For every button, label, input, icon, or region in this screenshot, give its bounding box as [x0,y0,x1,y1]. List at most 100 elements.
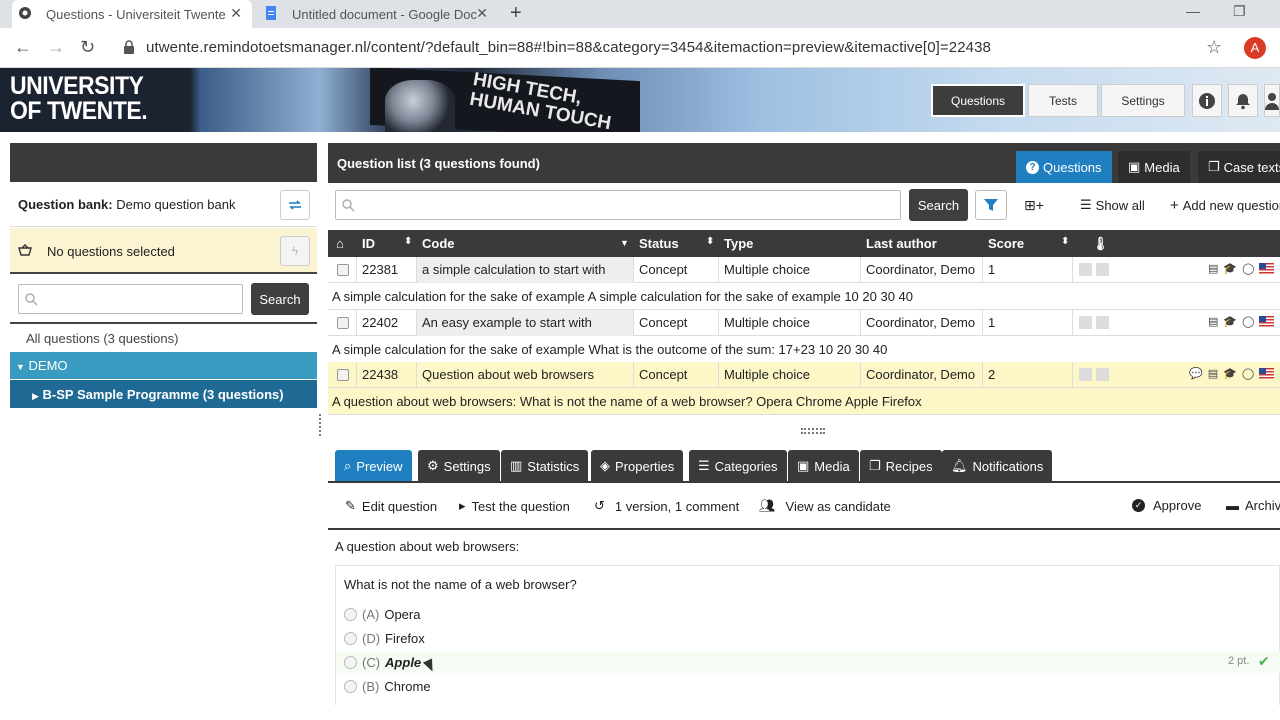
question-search-button[interactable]: Search [909,189,968,221]
radio-button[interactable] [344,607,357,621]
tab-settings-detail[interactable]: ⚙ Settings [418,450,500,482]
all-questions-link[interactable]: All questions (3 questions) [10,322,317,352]
tab-case-texts[interactable]: ❐ Case texts [1198,151,1280,183]
table-row-selected[interactable]: 22438 Question about web browsers Concep… [328,362,1280,388]
document-icon[interactable]: ▤ [1208,367,1218,380]
filter-button[interactable] [975,190,1007,220]
add-new-question-button[interactable]: + Add new question [1170,197,1280,214]
cell-type: Multiple choice [719,310,861,336]
row-checkbox[interactable] [337,317,349,329]
list-icon: ☰ [1080,197,1092,212]
switch-bank-button[interactable] [280,190,310,220]
add-to-basket-button[interactable]: ⊞+ [1024,197,1044,214]
status-box [1096,368,1109,381]
lightbulb-icon[interactable]: ◯ [1242,367,1254,380]
url-field[interactable]: utwente.remindotoetsmanager.nl/content/?… [146,39,991,56]
table-row[interactable]: 22381 a simple calculation to start with… [328,257,1280,283]
browser-tab-google-doc[interactable]: Untitled document - Google Doc ✕ [258,0,498,28]
status-box [1079,368,1092,381]
nav-settings[interactable]: Settings [1101,84,1185,117]
nav-questions[interactable]: Questions [931,84,1025,117]
tree-item-bsp[interactable]: ▶ B-SP Sample Programme (3 questions) [10,380,317,408]
option-text: Firefox [385,630,425,646]
document-icon[interactable]: ▤ [1208,315,1218,328]
tab-media-detail[interactable]: ▣ Media [788,450,859,482]
answer-option-d[interactable]: (D) Firefox [344,627,425,649]
tab-statistics[interactable]: ▥ Statistics [501,450,589,482]
reload-icon[interactable]: ↻ [80,37,95,58]
university-logo[interactable]: UNIVERSITY OF TWENTE. [10,74,148,124]
resize-grip[interactable] [801,428,825,434]
info-button[interactable] [1192,84,1222,117]
tab-recipes[interactable]: ❐ Recipes [860,450,942,482]
table-row[interactable]: 22402 An easy example to start with Conc… [328,310,1280,336]
new-tab-icon[interactable]: + [510,2,522,25]
answer-option-a[interactable]: (A) Opera [344,603,420,625]
camera-icon: ▣ [797,458,810,473]
answer-option-b[interactable]: (B) Chrome [344,675,431,697]
tree-item-demo[interactable]: ▼ DEMO [10,352,317,379]
col-last-author[interactable]: Last author [866,236,937,251]
sort-icon: ⬍ [404,236,413,247]
approve-button[interactable]: ✓ Approve [1132,498,1201,513]
search-icon: ⌕ [344,458,352,473]
user-button[interactable] [1264,84,1280,117]
back-icon[interactable]: ← [14,37,32,58]
graduation-cap-icon[interactable]: 🎓 [1223,315,1237,328]
row-checkbox[interactable] [337,369,349,381]
answer-option-c[interactable]: (C) Apple [344,651,421,673]
lightbulb-icon[interactable]: ◯ [1242,262,1254,275]
select-all-basket-icon[interactable]: ⌂ [336,236,344,251]
archive-button[interactable]: ▬ Archive [1226,498,1280,513]
profile-avatar[interactable]: A [1244,37,1266,59]
tab-properties[interactable]: ◈ Properties [591,450,684,482]
nav-tests[interactable]: Tests [1028,84,1098,117]
tab-underline [328,481,1280,483]
panel-splitter[interactable] [319,414,323,436]
lightbulb-icon[interactable]: ◯ [1242,315,1254,328]
left-search-button[interactable]: Search [251,283,309,315]
close-tab-icon[interactable]: ✕ [476,5,488,22]
radio-button[interactable] [344,679,357,693]
notifications-button[interactable] [1228,84,1258,117]
forward-icon[interactable]: → [47,37,65,58]
document-icon[interactable]: ▤ [1208,262,1218,275]
graduation-cap-icon[interactable]: 🎓 [1223,367,1237,380]
thermometer-icon: 🌡 [1092,236,1109,251]
comments-icon[interactable]: 💬 [1189,367,1203,380]
show-all-button[interactable]: ☰ Show all [1080,197,1145,213]
basket-action-button[interactable]: ϟ [280,236,310,266]
minimize-icon[interactable]: — [1186,3,1200,19]
close-tab-icon[interactable]: ✕ [230,5,242,22]
tab-media[interactable]: ▣ Media [1118,151,1190,183]
tab-categories[interactable]: ☰ Categories [689,450,787,482]
radio-button[interactable] [344,631,357,645]
restore-icon[interactable]: ❐ [1233,3,1246,20]
col-score[interactable]: Score [988,236,1024,251]
tab-questions[interactable]: ? Questions [1016,151,1112,183]
play-box-icon: ▸ [459,498,466,513]
view-as-candidate-button[interactable]: 👥︎ View as candidate [759,498,891,514]
tab-preview[interactable]: ⌕ Preview [335,450,412,482]
option-letter: (A) [362,606,380,622]
radio-button[interactable] [344,655,357,669]
bookmark-star-icon[interactable]: ☆ [1206,37,1222,58]
col-status[interactable]: Status [639,236,679,251]
test-question-button[interactable]: ▸ Test the question [459,498,570,514]
copy-icon: ❐ [1208,159,1220,174]
col-code[interactable]: Code [422,236,455,251]
graduation-cap-icon[interactable]: 🎓 [1223,262,1237,275]
tab-notifications[interactable]: 🔔︎ Notifications [942,450,1053,482]
browser-tab-questions[interactable]: Questions - Universiteit Twente ✕ [12,0,252,28]
versions-button[interactable]: ↺ 1 version, 1 comment [594,498,739,514]
question-search-input[interactable] [335,190,901,220]
col-type[interactable]: Type [724,236,753,251]
row-checkbox[interactable] [337,264,349,276]
banner-statue-image [385,80,455,132]
cell-author: Coordinator, Demo [861,362,983,388]
status-box [1096,263,1109,276]
edit-question-button[interactable]: ✎ Edit question [345,498,437,514]
col-id[interactable]: ID [362,236,375,251]
left-search-input[interactable] [18,284,243,314]
chrome-icon [19,7,31,19]
